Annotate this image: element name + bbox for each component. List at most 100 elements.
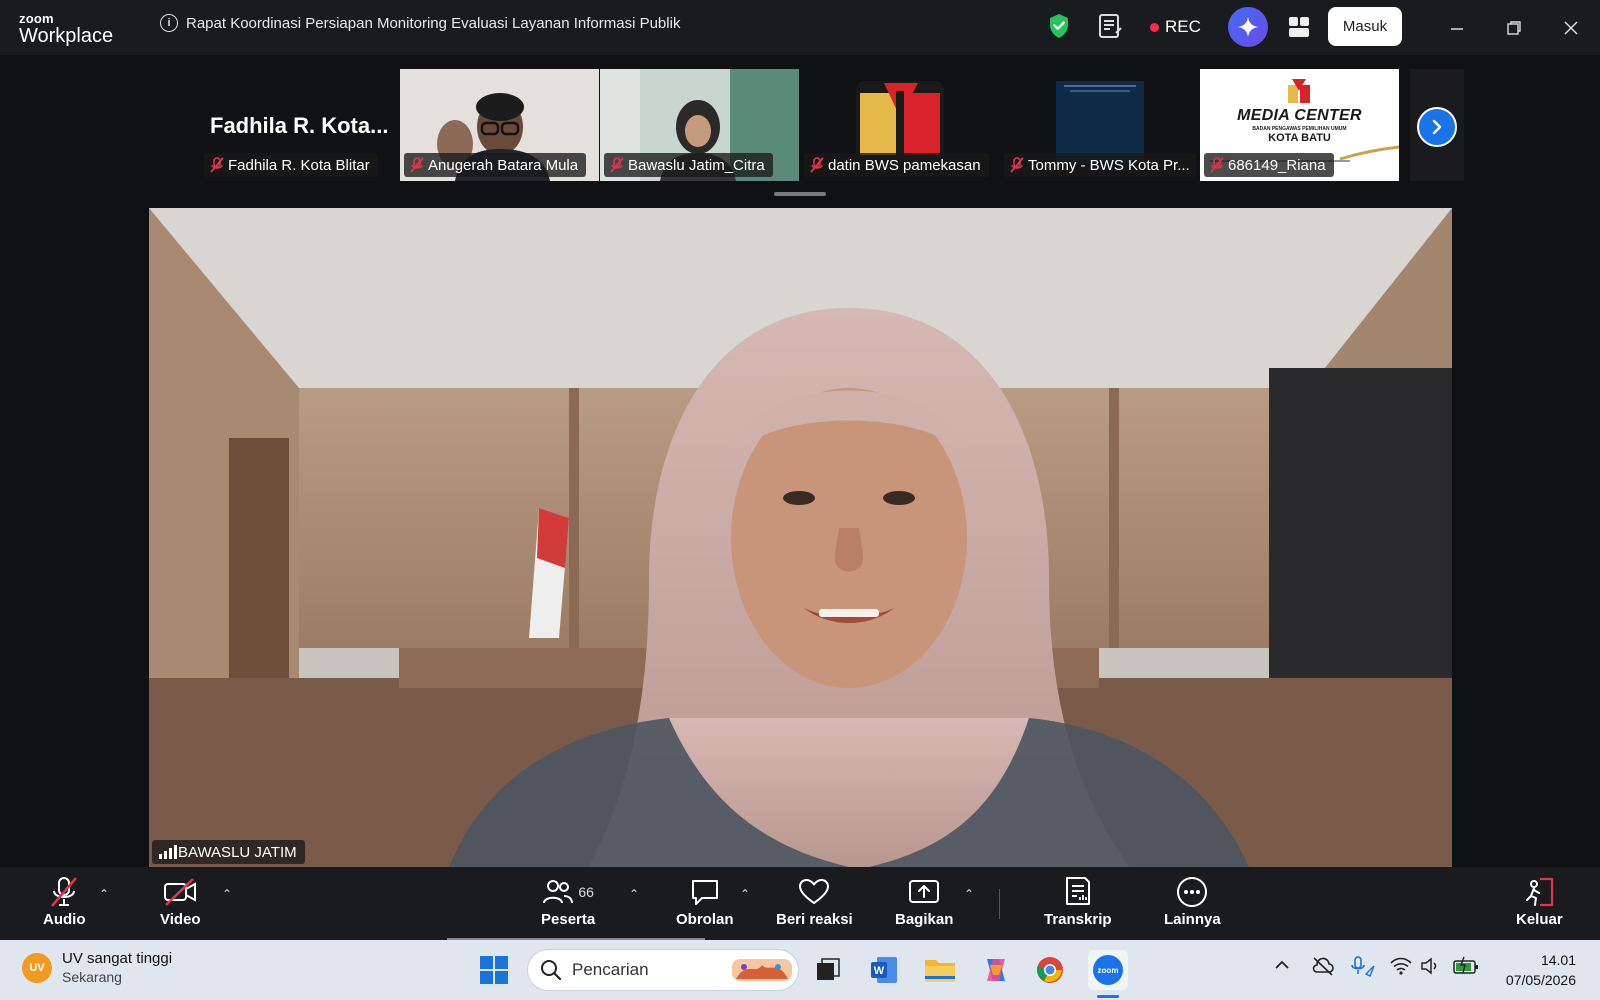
audio-button[interactable]: Audio	[43, 875, 86, 928]
more-dots-icon	[1177, 877, 1208, 907]
active-speaker-video[interactable]: BAWASLU JATIM	[149, 208, 1452, 867]
mic-muted-icon	[810, 157, 824, 173]
weather-subtitle: Sekarang	[62, 969, 122, 985]
audio-label: Audio	[43, 911, 86, 928]
participant-display-name: Fadhila R. Kota...	[210, 113, 389, 138]
react-button[interactable]: Beri reaksi	[776, 875, 853, 928]
logo-zoom-text: zoom	[19, 11, 54, 26]
weather-widget[interactable]: UV UV sangat tinggi Sekarang	[22, 950, 172, 985]
taskbar-search[interactable]: Pencarian	[527, 949, 799, 991]
meeting-title: Rapat Koordinasi Persiapan Monitoring Ev…	[186, 14, 681, 32]
toolbar-divider	[999, 889, 1000, 919]
participant-tile[interactable]: Anugerah Batara Mula	[400, 69, 599, 181]
rec-label: REC	[1165, 17, 1201, 36]
participant-tile[interactable]: Bawaslu Jatim_Citra	[600, 69, 799, 181]
signal-strength-icon	[159, 845, 177, 859]
minimize-button[interactable]	[1443, 14, 1471, 42]
more-label: Lainnya	[1164, 911, 1221, 928]
mic-muted-icon	[1010, 157, 1024, 173]
folder-icon	[925, 960, 955, 982]
transcript-icon	[1065, 877, 1090, 905]
leave-button[interactable]: Keluar	[1516, 875, 1563, 928]
sparkle-icon	[1238, 17, 1258, 37]
leave-door-icon	[1526, 877, 1554, 907]
system-clock[interactable]: 14.01 07/05/2026	[1506, 950, 1576, 990]
camera-off-icon	[164, 878, 197, 906]
gallery-next-button[interactable]	[1417, 107, 1457, 147]
participants-options-chevron-up-icon[interactable]: ⌃	[629, 887, 639, 901]
chat-options-chevron-up-icon[interactable]: ⌃	[740, 887, 750, 901]
taskbar-chrome-app[interactable]	[1032, 952, 1068, 988]
chat-button[interactable]: Obrolan	[676, 875, 734, 928]
start-button[interactable]	[476, 952, 512, 988]
onedrive-offline-icon[interactable]	[1311, 956, 1335, 981]
task-view-icon	[817, 958, 840, 980]
participant-name: datin BWS pamekasan	[828, 156, 981, 174]
participant-tile[interactable]: Fadhila R. Kota... Fadhila R. Kota Blita…	[200, 69, 398, 181]
participant-label: 686149_Riana	[1204, 153, 1334, 177]
wifi-icon[interactable]	[1390, 956, 1412, 981]
svg-text:W: W	[874, 965, 885, 977]
taskbar-explorer-app[interactable]	[922, 952, 958, 988]
chat-label: Obrolan	[676, 911, 734, 928]
speaker-video-image	[149, 208, 1452, 867]
leave-label: Keluar	[1516, 911, 1563, 928]
taskbar-copilot-app[interactable]	[978, 952, 1014, 988]
video-button[interactable]: Video	[160, 875, 201, 928]
apps-button[interactable]	[1287, 15, 1311, 44]
close-button[interactable]	[1557, 14, 1585, 42]
taskbar-word-app[interactable]: W	[866, 952, 902, 988]
mic-muted-icon	[1210, 157, 1224, 173]
share-button[interactable]: Bagikan	[895, 875, 953, 928]
heart-icon	[799, 879, 830, 904]
windows-taskbar: UV UV sangat tinggi Sekarang Pencarian W	[0, 940, 1600, 1000]
participant-tile[interactable]: MEDIA CENTER BADAN PENGAWAS PEMILIHAN UM…	[1200, 69, 1399, 181]
participant-tile[interactable]: Tommy - BWS Kota Pr...	[1000, 69, 1199, 181]
share-label: Bagikan	[895, 911, 954, 928]
participant-tile[interactable]: datin BWS pamekasan	[800, 69, 999, 181]
audio-options-chevron-up-icon[interactable]: ⌃	[99, 887, 109, 901]
recording-indicator[interactable]: REC	[1150, 17, 1201, 37]
ai-companion-button[interactable]	[1228, 7, 1268, 47]
taskbar-zoom-app[interactable]: zoom	[1088, 950, 1128, 990]
microphone-in-use-icon[interactable]	[1350, 956, 1376, 983]
search-icon	[541, 960, 562, 981]
video-label: Video	[160, 911, 201, 928]
participants-label: Peserta	[541, 911, 596, 928]
search-placeholder: Pencarian	[572, 960, 649, 979]
participants-button[interactable]: 66 Peserta	[541, 875, 595, 928]
show-hidden-icons-chevron-up-icon[interactable]	[1273, 956, 1291, 979]
zoom-workplace-logo: zoom Workplace	[19, 12, 113, 46]
battery-charging-icon[interactable]	[1452, 956, 1480, 981]
share-options-chevron-up-icon[interactable]: ⌃	[964, 887, 974, 901]
more-button[interactable]: Lainnya	[1164, 875, 1221, 928]
signin-button[interactable]: Masuk	[1328, 7, 1402, 46]
media-center-text: MEDIA CENTER BADAN PENGAWAS PEMILIHAN UM…	[1200, 107, 1399, 144]
speaker-label: BAWASLU JATIM	[152, 840, 305, 864]
strip-resize-handle[interactable]	[774, 192, 826, 196]
mic-muted-icon	[51, 877, 78, 907]
share-screen-icon	[909, 880, 940, 903]
notes-icon[interactable]	[1098, 13, 1124, 46]
participant-label: Anugerah Batara Mula	[404, 153, 587, 177]
participant-name: Anugerah Batara Mula	[428, 156, 579, 174]
react-label: Beri reaksi	[776, 911, 853, 928]
security-shield-icon[interactable]	[1048, 13, 1070, 44]
media-center-title: MEDIA CENTER	[1237, 107, 1362, 124]
apps-grid-icon	[1289, 17, 1309, 37]
mic-muted-icon	[210, 157, 224, 173]
info-icon[interactable]: i	[160, 14, 178, 32]
video-options-chevron-up-icon[interactable]: ⌃	[222, 887, 232, 901]
participant-label: datin BWS pamekasan	[804, 153, 989, 177]
mic-muted-icon	[410, 157, 424, 173]
uv-badge-icon: UV	[22, 952, 52, 983]
volume-icon[interactable]	[1420, 956, 1442, 981]
task-view-button[interactable]	[810, 952, 846, 988]
meeting-toolbar: Audio ⌃ Video ⌃ 66 Peserta ⌃ Obrolan ⌃ B…	[0, 867, 1600, 940]
speaker-name: BAWASLU JATIM	[178, 843, 297, 861]
transcript-button[interactable]: Transkrip	[1044, 875, 1112, 928]
participant-name: 686149_Riana	[1228, 156, 1326, 174]
restore-button[interactable]	[1500, 14, 1528, 42]
meeting-info[interactable]: i Rapat Koordinasi Persiapan Monitoring …	[160, 14, 680, 32]
chrome-icon	[1037, 957, 1063, 983]
